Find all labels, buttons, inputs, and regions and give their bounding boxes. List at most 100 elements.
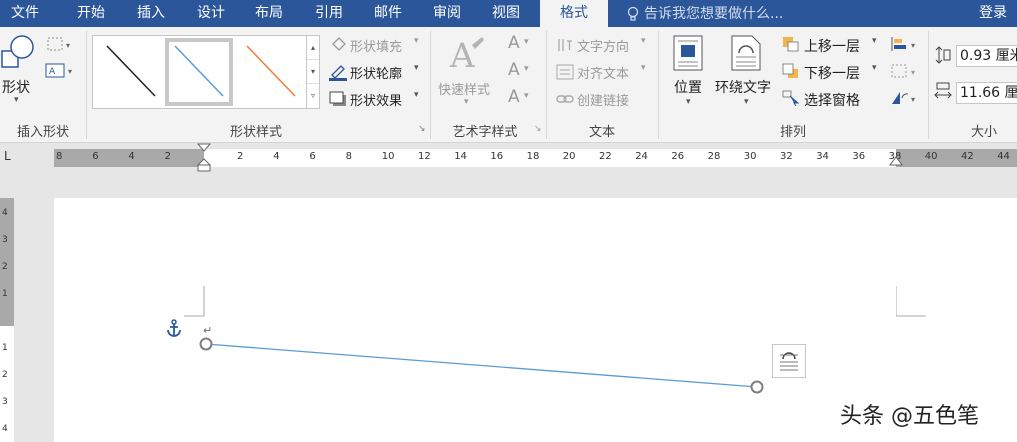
tab-6[interactable]: 邮件 (371, 0, 405, 27)
ruler-tick-label: 24 (635, 151, 648, 162)
tab-3[interactable]: 设计 (194, 0, 228, 27)
gallery-scroll[interactable]: ▴ ▾ ▿ (307, 35, 320, 109)
outline-dropdown-icon[interactable]: ▾ (414, 63, 419, 73)
vruler-tick-label: 2 (2, 370, 8, 380)
margin-corner-left (184, 286, 205, 317)
rotate-icon[interactable]: ▾ (890, 90, 920, 110)
ruler-tick-label: 6 (92, 151, 99, 162)
shape-width-input[interactable]: 11.66 厘米 (956, 82, 1017, 104)
quick-styles-button[interactable]: 快速样式 (438, 79, 490, 98)
text-outline-icon[interactable]: A (508, 60, 520, 80)
text-box-icon[interactable]: A ▾ (44, 61, 76, 85)
tab-5[interactable]: 引用 (312, 0, 346, 27)
text-direction-button[interactable]: 文字方向 (577, 36, 629, 55)
vertical-ruler[interactable]: 4 3 2 1 1 2 3 4 (0, 198, 14, 442)
ruler-tick-label: 34 (816, 151, 829, 162)
ribbon-tab-bar: 文件 开始 插入 设计 布局 引用 邮件 审阅 视图 格式 告诉我您想要做什么... 登录 (0, 0, 1017, 27)
tab-4[interactable]: 布局 (252, 0, 286, 27)
tab-2[interactable]: 插入 (134, 0, 168, 27)
style-black-line[interactable] (99, 40, 163, 104)
quick-styles-icon: A (448, 35, 488, 79)
svg-text:▾: ▾ (68, 67, 72, 76)
wrap-text-dropdown-icon[interactable]: ▾ (744, 97, 749, 107)
tab-8[interactable]: 视图 (489, 0, 523, 27)
text-direction-dropdown-icon[interactable]: ▾ (641, 36, 646, 46)
shapes-button[interactable]: 形状 (2, 77, 30, 97)
align-text-button[interactable]: 对齐文本 (577, 63, 629, 82)
tab-7[interactable]: 审阅 (430, 0, 464, 27)
ruler-tick-label: 2 (237, 151, 244, 162)
shape-height-input[interactable]: 0.93 厘米 (956, 45, 1017, 67)
svg-text:▾: ▾ (911, 41, 915, 50)
tab-1[interactable]: 开始 (74, 0, 108, 27)
text-effects-dropdown-icon[interactable]: ▾ (524, 91, 529, 101)
ruler-tick-label: 20 (562, 151, 576, 162)
send-backward-dropdown-icon[interactable]: ▾ (872, 63, 877, 73)
vruler-tick-label: 3 (2, 397, 8, 407)
bring-forward-dropdown-icon[interactable]: ▾ (872, 36, 877, 46)
vruler-tick-label: 2 (2, 262, 8, 272)
vruler-tick-label: 4 (2, 424, 8, 434)
text-direction-icon (556, 37, 574, 57)
shape-outline-button[interactable]: 形状轮廓 (350, 63, 402, 82)
shape-width-icon (934, 82, 952, 106)
gallery-up-icon[interactable]: ▴ (307, 36, 319, 60)
shapes-dropdown-icon[interactable]: ▾ (14, 95, 19, 105)
gallery-more-icon[interactable]: ▿ (307, 84, 319, 108)
anchor-icon[interactable] (166, 319, 182, 337)
ruler-tick-label: 28 (707, 151, 721, 162)
shape-height-icon (934, 45, 952, 69)
indent-marker-icon[interactable] (197, 143, 211, 173)
tab-9[interactable]: 格式 (540, 0, 608, 27)
right-indent-marker-icon[interactable] (889, 155, 903, 169)
create-link-button[interactable]: 创建链接 (577, 90, 629, 109)
fill-dropdown-icon[interactable]: ▾ (414, 36, 419, 46)
vruler-tick-label: 1 (2, 289, 8, 299)
shape-styles-launcher-icon[interactable]: ↘ (418, 124, 426, 134)
layout-options-button[interactable] (772, 344, 806, 378)
ruler-tick-label: 16 (490, 151, 504, 162)
gallery-down-icon[interactable]: ▾ (307, 60, 319, 84)
selection-pane-button[interactable]: 选择窗格 (804, 90, 860, 110)
effects-dropdown-icon[interactable]: ▾ (414, 90, 419, 100)
ruler-tick-label: 42 (961, 151, 974, 162)
ruler-tick-label: 26 (671, 151, 685, 162)
tell-me-text: 告诉我您想要做什么... (644, 5, 784, 22)
tell-me-box[interactable]: 告诉我您想要做什么... (626, 0, 783, 27)
ribbon: 形状 ▾ ▾ A ▾ 插入形状 ▴ ▾ ▿ 形状填充 ▾ 形状轮廓 ▾ 形状效果 … (0, 27, 1017, 143)
text-fill-icon[interactable]: A (508, 33, 520, 53)
bring-forward-icon (782, 36, 800, 56)
horizontal-ruler[interactable]: 8 6 4 2 2 4 6 8 10 12 14 16 18 20 22 24 26 28 30 32 34 36 38 40… (54, 143, 1017, 172)
send-backward-button[interactable]: 下移一层 (804, 63, 860, 83)
style-orange-line[interactable] (239, 40, 303, 104)
bring-forward-button[interactable]: 上移一层 (804, 36, 860, 56)
edit-shape-icon[interactable]: ▾ (44, 35, 76, 59)
ruler-tick-label: 8 (345, 151, 352, 162)
position-icon (672, 35, 704, 75)
line-shape[interactable] (194, 336, 774, 396)
lightbulb-icon (627, 6, 639, 21)
wrap-text-button[interactable]: 环绕文字 (715, 77, 771, 97)
position-button[interactable]: 位置 (674, 77, 702, 97)
ruler-tick-label: 32 (780, 151, 793, 162)
wordart-launcher-icon[interactable]: ↘ (534, 124, 542, 134)
layout-options-icon (780, 352, 798, 371)
quick-styles-dropdown-icon[interactable]: ▾ (464, 97, 469, 107)
shape-fill-button[interactable]: 形状填充 (350, 36, 402, 55)
shape-effects-button[interactable]: 形状效果 (350, 90, 402, 109)
line-end-handle (750, 380, 764, 394)
shapes-icon[interactable] (0, 33, 40, 77)
text-effects-icon[interactable]: A (508, 87, 520, 107)
svg-text:▾: ▾ (911, 95, 915, 104)
text-outline-dropdown-icon[interactable]: ▾ (524, 64, 529, 74)
text-fill-dropdown-icon[interactable]: ▾ (524, 37, 529, 47)
tab-0[interactable]: 文件 (8, 0, 42, 27)
tab-selector[interactable]: L (4, 149, 11, 163)
align-icon[interactable]: ▾ (890, 36, 920, 56)
position-dropdown-icon[interactable]: ▾ (686, 97, 691, 107)
style-blue-line[interactable] (165, 38, 233, 106)
group-objects-icon[interactable]: ▾ (890, 63, 920, 83)
ruler-tick-label: 44 (997, 151, 1010, 162)
align-text-dropdown-icon[interactable]: ▾ (641, 63, 646, 73)
login-link[interactable]: 登录 (979, 0, 1007, 27)
